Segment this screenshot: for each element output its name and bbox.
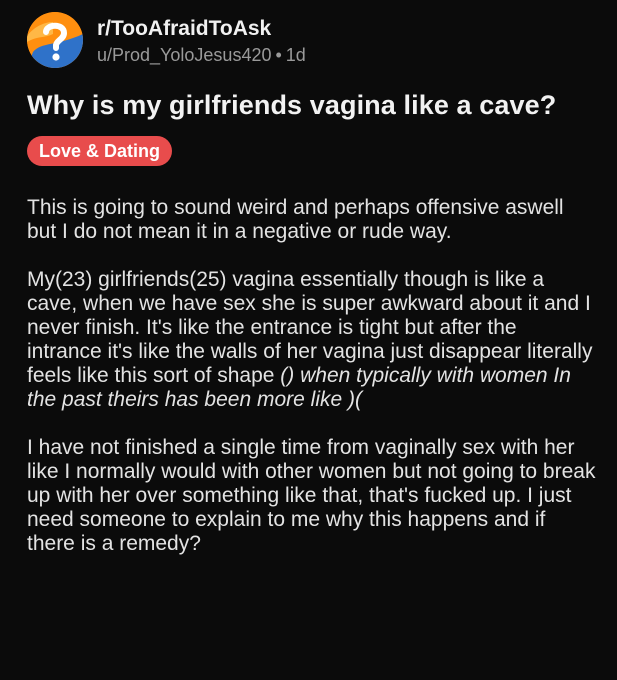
post-meta: r/TooAfraidToAsk u/Prod_YoloJesus420 • 1d xyxy=(97,16,306,67)
post-title[interactable]: Why is my girlfriends vagina like a cave… xyxy=(27,88,617,122)
post-card: r/TooAfraidToAsk u/Prod_YoloJesus420 • 1d … xyxy=(0,0,617,680)
author-name[interactable]: u/Prod_YoloJesus420 xyxy=(97,45,271,65)
byline-separator: • xyxy=(275,44,282,65)
post-header: r/TooAfraidToAsk u/Prod_YoloJesus420 • 1d xyxy=(27,0,617,80)
flair-badge[interactable]: Love & Dating xyxy=(27,136,173,166)
body-paragraph-3: I have not finished a single time from v… xyxy=(27,436,596,555)
post-age: 1d xyxy=(285,44,306,65)
post-body: This is going to sound weird and perhaps… xyxy=(27,196,597,556)
body-paragraph-1: This is going to sound weird and perhaps… xyxy=(27,196,564,243)
question-mark-icon xyxy=(27,12,83,68)
subreddit-avatar[interactable] xyxy=(27,12,83,68)
post-byline: u/Prod_YoloJesus420 • 1d xyxy=(97,43,306,67)
subreddit-name[interactable]: r/TooAfraidToAsk xyxy=(97,16,306,42)
body-paragraph-2: My(23) girlfriends(25) vagina essentiall… xyxy=(27,268,597,412)
